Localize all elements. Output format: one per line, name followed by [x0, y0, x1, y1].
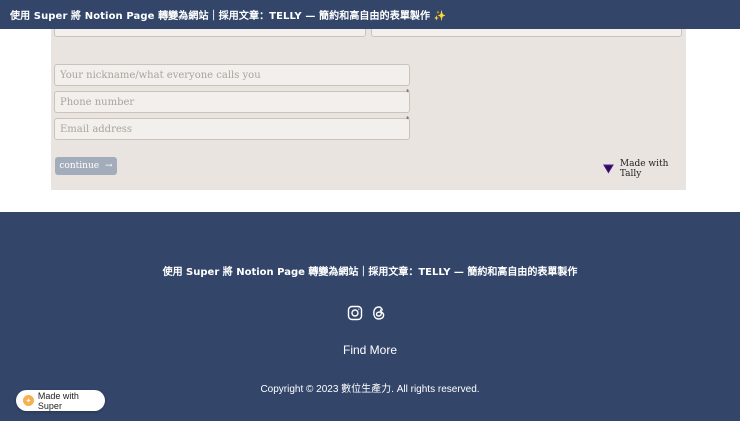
- made-with-super-badge[interactable]: ✦ Made with Super: [16, 390, 105, 411]
- top-banner: 使用 Super 將 Notion Page 轉變為網站｜採用文章：TELLY …: [0, 0, 740, 29]
- made-with-tally-link[interactable]: Made with Tally: [603, 159, 686, 179]
- tally-form: * * continue → Made with Tally: [51, 15, 686, 190]
- phone-input[interactable]: [54, 91, 410, 113]
- made-with-super-label: Made with Super: [37, 390, 79, 411]
- threads-icon[interactable]: [371, 305, 387, 321]
- footer-title: 使用 Super 將 Notion Page 轉變為網站｜採用文章：TELLY …: [162, 267, 578, 278]
- tally-logo-icon: [603, 164, 614, 174]
- required-mark-phone: *: [406, 88, 410, 96]
- social-links: [347, 305, 387, 321]
- required-mark-email: *: [406, 115, 410, 123]
- site-footer: 使用 Super 將 Notion Page 轉變為網站｜採用文章：TELLY …: [0, 212, 740, 421]
- banner-title: 使用 Super 將 Notion Page 轉變為網站｜採用文章：TELLY …: [10, 11, 447, 22]
- copyright-text: Copyright © 2023 數位生產力. All rights reser…: [260, 384, 480, 395]
- arrow-right-icon: →: [105, 161, 113, 171]
- super-logo-icon: ✦: [23, 395, 34, 406]
- continue-label: continue: [59, 161, 100, 171]
- find-more-link[interactable]: Find More: [0, 343, 740, 357]
- instagram-icon[interactable]: [347, 305, 363, 321]
- email-input[interactable]: [54, 118, 410, 140]
- continue-button[interactable]: continue →: [55, 157, 117, 175]
- made-with-tally-label: Made with Tally: [619, 159, 669, 179]
- nickname-input[interactable]: [54, 64, 410, 86]
